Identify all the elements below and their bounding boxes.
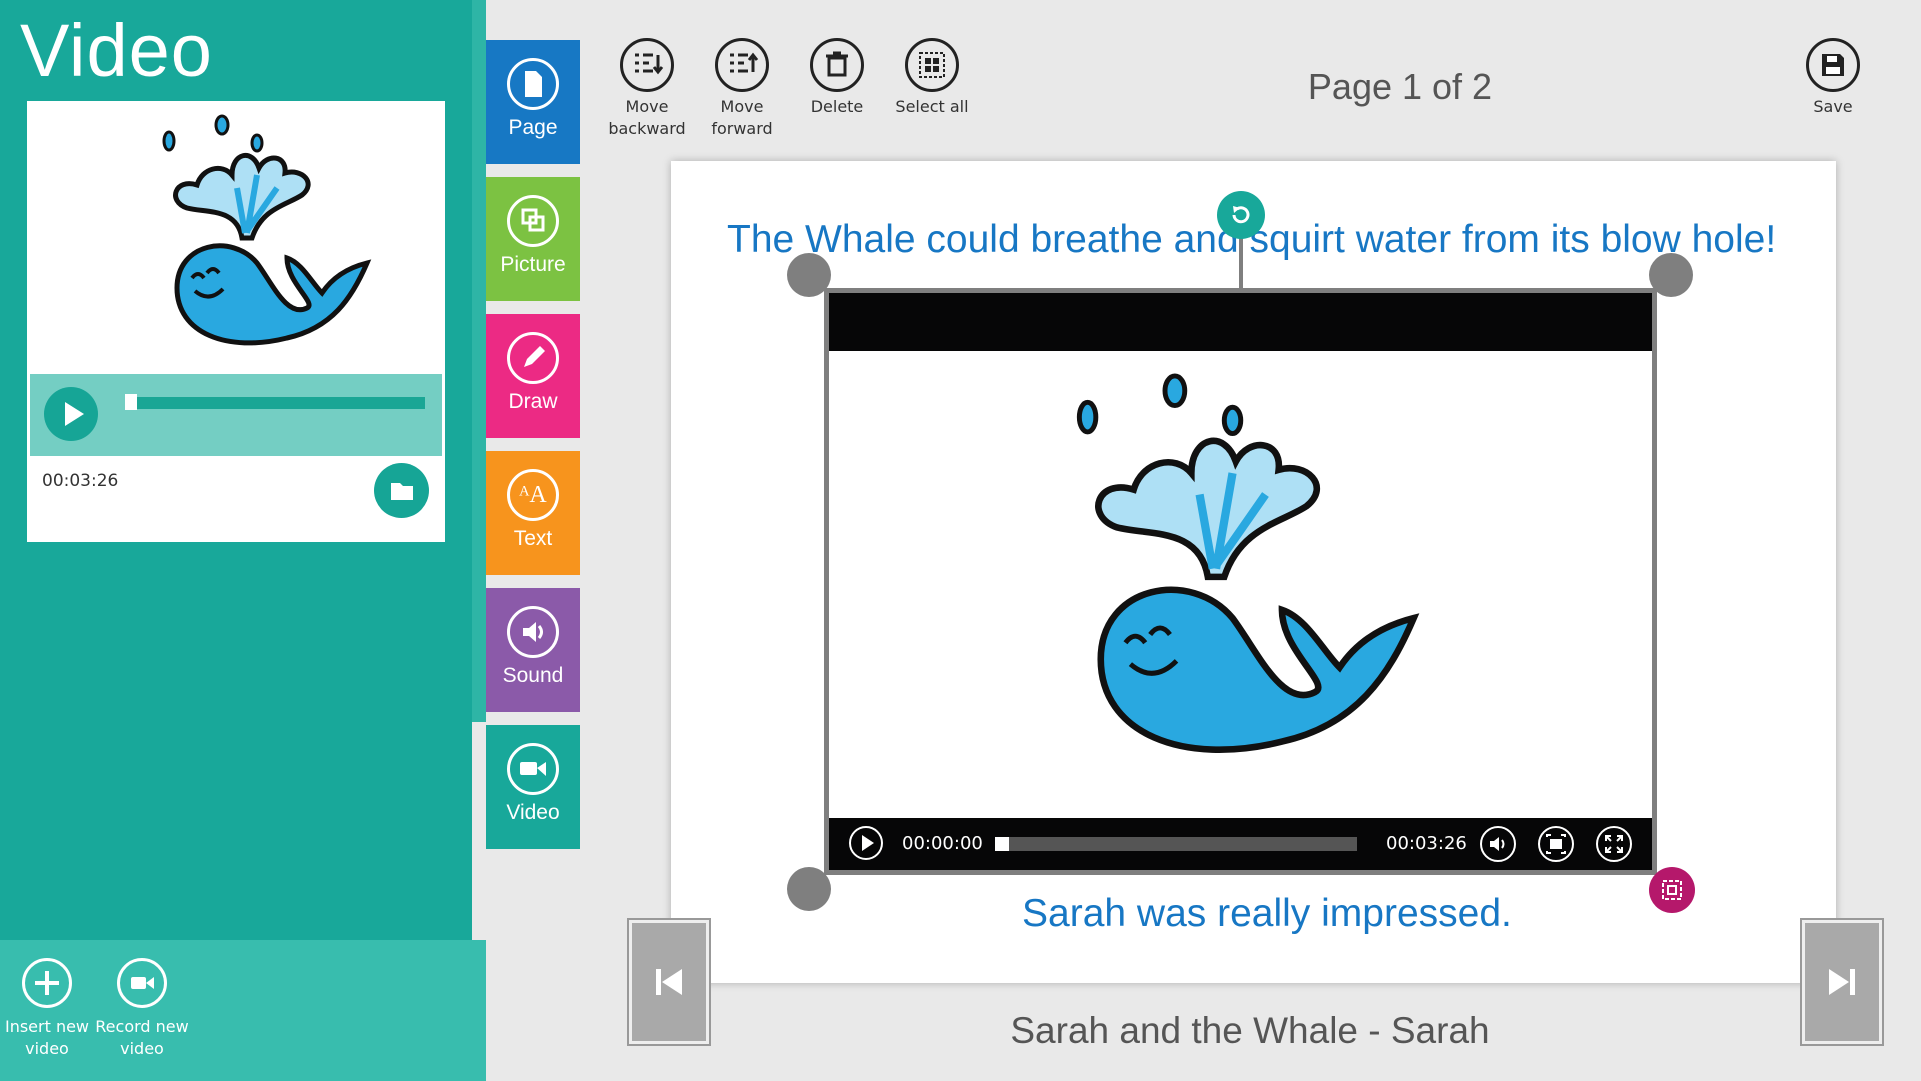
caption-bottom[interactable]: Sarah was really impressed. xyxy=(1022,892,1512,936)
whale-thumbnail xyxy=(147,113,387,368)
record-new-video-label-1: Record new xyxy=(95,1017,189,1036)
video-controls: 00:00:00 00:03:26 xyxy=(829,818,1652,870)
play-icon xyxy=(65,402,84,426)
play-icon xyxy=(862,835,874,851)
video-letterbox-top xyxy=(829,293,1652,351)
page-icon xyxy=(507,58,559,110)
delete-button[interactable]: Delete xyxy=(790,38,884,118)
tab-video[interactable]: Video xyxy=(486,725,580,849)
resize-handle-bottom-left[interactable] xyxy=(787,867,831,911)
move-backward-icon xyxy=(620,38,674,92)
move-backward-label-1: Move xyxy=(625,97,669,116)
crop-icon xyxy=(1662,880,1682,900)
fit-screen-icon xyxy=(1546,834,1566,854)
video-camera-icon xyxy=(507,743,559,795)
move-backward-button[interactable]: Move backward xyxy=(600,38,694,140)
move-forward-icon xyxy=(715,38,769,92)
preview-seek-bar[interactable] xyxy=(125,394,425,410)
rotate-handle[interactable] xyxy=(1217,191,1265,239)
tab-picture-label: Picture xyxy=(500,253,566,276)
video-play-button[interactable] xyxy=(849,826,883,860)
select-all-icon xyxy=(905,38,959,92)
tab-sound-label: Sound xyxy=(502,664,564,687)
move-forward-label-2: forward xyxy=(711,119,773,138)
rotate-icon xyxy=(1232,206,1250,224)
open-folder-button[interactable] xyxy=(374,463,429,518)
record-new-video-label-2: video xyxy=(120,1039,164,1058)
speaker-icon xyxy=(1490,837,1505,851)
whale-video-frame xyxy=(1049,371,1449,791)
speaker-icon xyxy=(507,606,559,658)
save-label: Save xyxy=(1813,97,1853,116)
picture-icon xyxy=(507,195,559,247)
tab-page[interactable]: Page xyxy=(486,40,580,164)
document-title: Sarah and the Whale - Sarah xyxy=(1010,1010,1490,1051)
plus-icon xyxy=(22,958,72,1008)
fullscreen-button[interactable] xyxy=(1596,826,1632,862)
preview-player-controls xyxy=(30,374,442,456)
panel-title: Video xyxy=(20,9,213,92)
save-icon xyxy=(1806,38,1860,92)
video-camera-icon xyxy=(117,958,167,1008)
trash-icon xyxy=(810,38,864,92)
save-button[interactable]: Save xyxy=(1786,38,1880,118)
play-button[interactable] xyxy=(44,387,98,441)
delete-label: Delete xyxy=(810,97,864,116)
folder-icon xyxy=(391,483,413,500)
video-element[interactable]: 00:00:00 00:03:26 xyxy=(824,288,1657,875)
tab-draw[interactable]: Draw xyxy=(486,314,580,438)
move-backward-label-2: backward xyxy=(608,119,686,138)
video-seek-thumb[interactable] xyxy=(995,837,1009,851)
preview-duration: 00:03:26 xyxy=(42,471,119,491)
volume-button[interactable] xyxy=(1480,826,1516,862)
video-current-time: 00:00:00 xyxy=(902,833,983,854)
page-indicator: Page 1 of 2 xyxy=(1307,66,1493,107)
skip-back-icon xyxy=(656,969,682,995)
select-all-button[interactable]: Select all xyxy=(885,38,979,118)
video-seek-bar[interactable] xyxy=(995,837,1357,851)
move-forward-label-1: Move xyxy=(720,97,764,116)
record-new-video-button[interactable]: Record new video xyxy=(94,955,190,1060)
select-all-label: Select all xyxy=(895,97,969,116)
pencil-icon xyxy=(507,332,559,384)
tab-text[interactable]: ᴬA Text xyxy=(486,451,580,575)
insert-new-video-label-2: video xyxy=(25,1039,69,1058)
move-forward-button[interactable]: Move forward xyxy=(695,38,789,140)
video-duration: 00:03:26 xyxy=(1386,833,1467,854)
tab-picture[interactable]: Picture xyxy=(486,177,580,301)
tab-text-label: Text xyxy=(513,527,553,550)
resize-handle-top-left[interactable] xyxy=(787,253,831,297)
text-icon: ᴬA xyxy=(507,469,559,521)
crop-handle[interactable] xyxy=(1649,867,1695,913)
resize-handle-top-right[interactable] xyxy=(1649,253,1693,297)
panel-divider xyxy=(472,0,486,722)
fit-screen-button[interactable] xyxy=(1538,826,1574,862)
tab-sound[interactable]: Sound xyxy=(486,588,580,712)
insert-new-video-label-1: Insert new xyxy=(4,1017,90,1036)
fullscreen-icon xyxy=(1605,835,1623,853)
previous-page-button[interactable] xyxy=(627,918,711,1046)
seek-thumb[interactable] xyxy=(125,394,137,410)
video-preview-card: 00:03:26 xyxy=(27,101,445,542)
next-page-button[interactable] xyxy=(1800,918,1884,1046)
tab-page-label: Page xyxy=(508,116,558,139)
skip-forward-icon xyxy=(1829,969,1855,995)
tab-video-label: Video xyxy=(506,801,560,824)
insert-new-video-button[interactable]: Insert new video xyxy=(0,955,95,1060)
tab-draw-label: Draw xyxy=(508,390,558,413)
